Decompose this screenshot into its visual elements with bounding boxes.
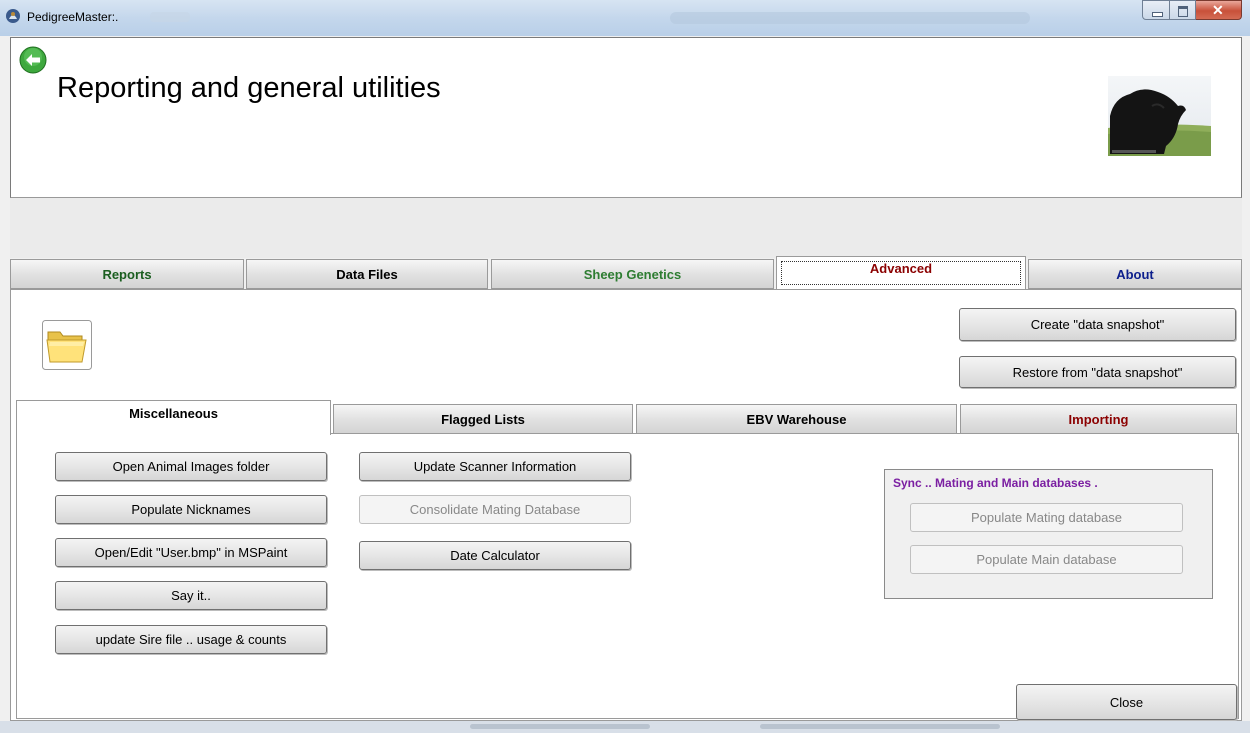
- tab-ebv-warehouse-label: EBV Warehouse: [746, 412, 847, 427]
- sync-group-title: Sync .. Mating and Main databases .: [893, 476, 1098, 490]
- toolbar-strip: [10, 198, 1242, 258]
- say-it-button[interactable]: Say it..: [55, 581, 327, 610]
- tab-sheep-genetics[interactable]: Sheep Genetics: [491, 259, 774, 289]
- cattle-photo: [1108, 76, 1211, 156]
- tab-ebv-warehouse[interactable]: EBV Warehouse: [636, 404, 957, 434]
- edit-user-bmp-button[interactable]: Open/Edit "User.bmp" in MSPaint: [55, 538, 327, 567]
- tab-advanced-label: Advanced: [869, 261, 933, 276]
- create-snapshot-button[interactable]: Create "data snapshot": [959, 308, 1236, 341]
- maximize-button[interactable]: [1170, 0, 1196, 20]
- tab-about-label: About: [1116, 267, 1154, 282]
- update-sire-file-button[interactable]: update Sire file .. usage & counts: [55, 625, 327, 654]
- tab-about[interactable]: About: [1028, 259, 1242, 289]
- tab-importing[interactable]: Importing: [960, 404, 1237, 434]
- tab-sheep-genetics-label: Sheep Genetics: [583, 267, 682, 282]
- header-area: Reporting and general utilities: [10, 37, 1242, 198]
- tab-data-files-label: Data Files: [336, 267, 398, 282]
- folder-icon[interactable]: [42, 320, 92, 370]
- populate-nicknames-button[interactable]: Populate Nicknames: [55, 495, 327, 524]
- tab-miscellaneous-label: Miscellaneous: [129, 406, 218, 421]
- tab-importing-label: Importing: [1068, 412, 1129, 427]
- window-bottom-edge: [0, 721, 1250, 733]
- tab-flagged-lists[interactable]: Flagged Lists: [333, 404, 633, 434]
- window-close-button[interactable]: ✕: [1196, 0, 1242, 20]
- close-icon: ✕: [1212, 2, 1224, 18]
- open-animal-images-button[interactable]: Open Animal Images folder: [55, 452, 327, 481]
- tab-data-files[interactable]: Data Files: [246, 259, 488, 289]
- date-calculator-button[interactable]: Date Calculator: [359, 541, 631, 570]
- populate-mating-database-button[interactable]: Populate Mating database: [910, 503, 1183, 532]
- update-scanner-info-button[interactable]: Update Scanner Information: [359, 452, 631, 481]
- tab-miscellaneous[interactable]: Miscellaneous: [16, 400, 331, 435]
- tab-advanced[interactable]: Advanced: [776, 256, 1026, 289]
- window-controls: ✕: [1142, 0, 1242, 20]
- window-title-bar: PedigreeMaster:. ✕: [0, 0, 1250, 36]
- populate-main-database-button[interactable]: Populate Main database: [910, 545, 1183, 574]
- sync-databases-group: Sync .. Mating and Main databases .: [884, 469, 1213, 599]
- back-arrow-icon[interactable]: [19, 46, 47, 74]
- app-logo-icon: [6, 9, 20, 23]
- consolidate-mating-database-button[interactable]: Consolidate Mating Database: [359, 495, 631, 524]
- maximize-icon: [1178, 6, 1188, 17]
- tab-reports[interactable]: Reports: [10, 259, 244, 289]
- close-button[interactable]: Close: [1016, 684, 1237, 720]
- minimize-icon: [1152, 12, 1163, 17]
- minimize-button[interactable]: [1142, 0, 1170, 20]
- restore-snapshot-button[interactable]: Restore from "data snapshot": [959, 356, 1236, 388]
- window-title: PedigreeMaster:.: [27, 10, 119, 24]
- page-title: Reporting and general utilities: [57, 72, 441, 104]
- tab-reports-label: Reports: [102, 267, 152, 282]
- tab-flagged-lists-label: Flagged Lists: [441, 412, 525, 427]
